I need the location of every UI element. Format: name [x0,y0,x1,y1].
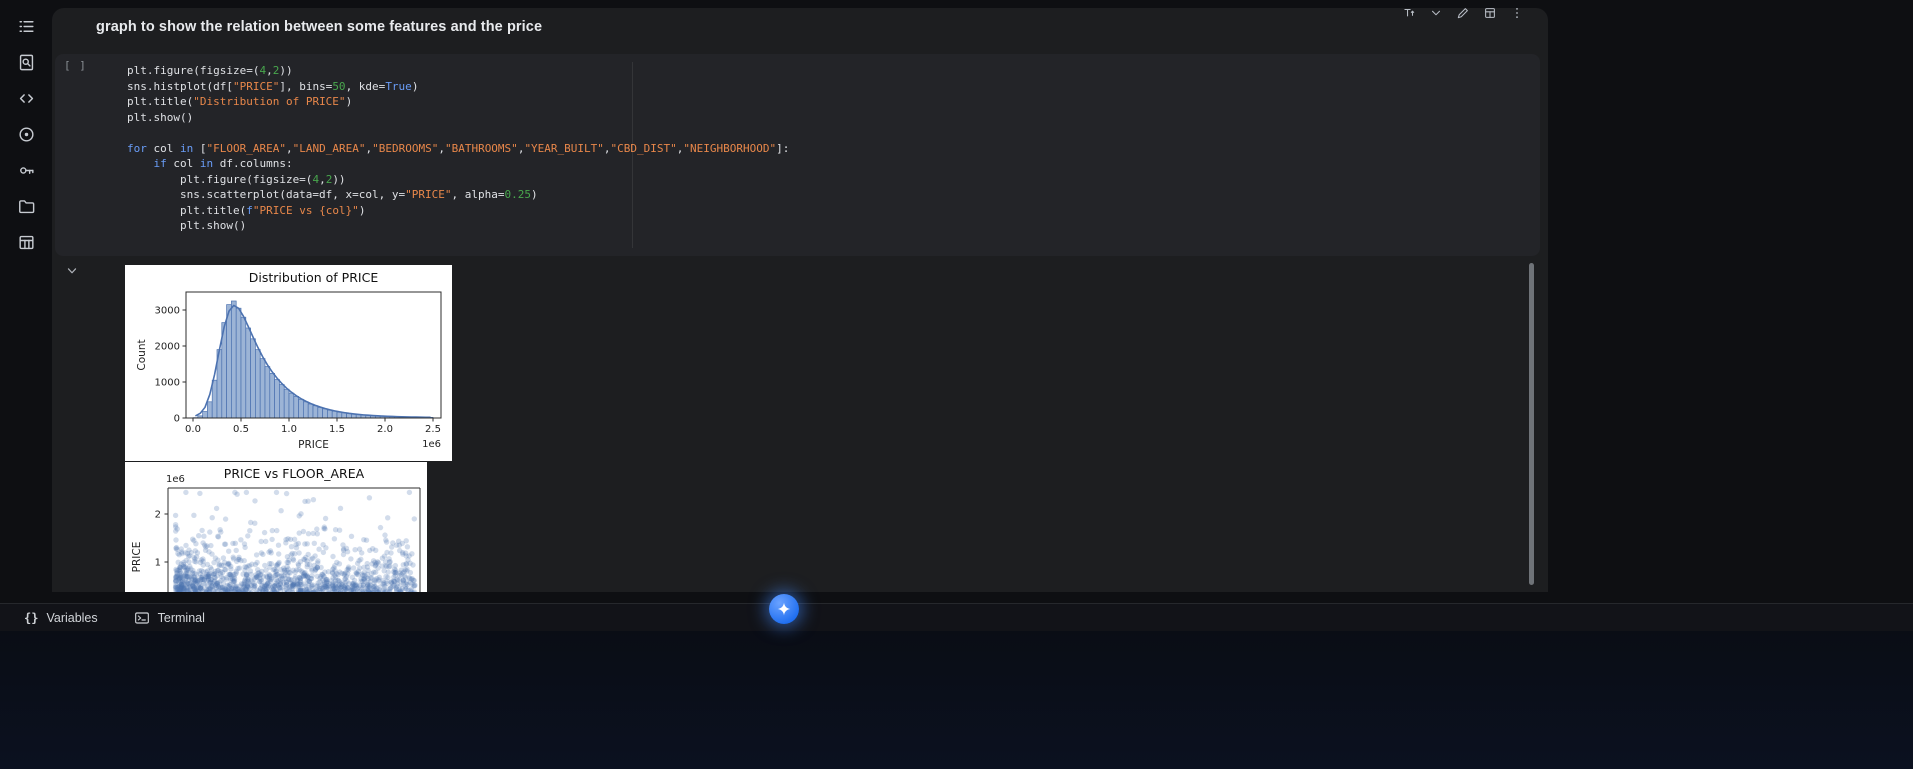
chevron-down-icon [67,268,77,274]
output-scrollbar[interactable] [1529,263,1534,585]
code-lines[interactable]: plt.figure(figsize=(4,2)) sns.histplot(df… [127,63,1520,234]
code-line: if col in df.columns: [153,157,293,170]
histogram-svg: 0.0 0.5 1.0 1.5 2.0 2.5 0 1000 2000 3000 Distribut… [125,265,452,461]
svg-text:2.0: 2.0 [377,424,393,435]
terminal-label: Terminal [157,610,205,625]
scratch-cell-button[interactable] [8,116,44,152]
svg-text:PRICE: PRICE [131,542,143,573]
colab-app: graph to show the relation between some … [0,0,1913,769]
code-snippets-icon [19,93,33,103]
secrets-button[interactable] [8,152,44,188]
svg-text:1e6: 1e6 [422,439,441,450]
svg-text:PRICE vs FLOOR_AREA: PRICE vs FLOOR_AREA [224,466,365,481]
move-cell-down-button[interactable] [1423,2,1448,24]
code-line: for col in ["FLOOR_AREA","LAND_AREA","BE… [127,141,790,155]
collapse-output-button[interactable] [63,262,81,280]
scatter-figure: 2 1 PRICE vs FLOOR_AREA 1e6 PRICE [125,462,427,592]
svg-text:2: 2 [155,510,161,521]
more-options-icon [1515,8,1518,18]
markdown-cell-title[interactable]: graph to show the relation between some … [96,19,542,35]
status-bar: {} Variables Terminal [0,603,1913,631]
notebook-panel: graph to show the relation between some … [52,8,1548,592]
braces-icon: {} [24,610,39,625]
terminal-button[interactable]: Terminal [134,610,205,626]
svg-text:1.5: 1.5 [329,424,345,435]
code-line: plt.title("Distribution of PRICE") [127,95,353,108]
code-line: plt.show() [127,219,247,232]
files-button[interactable] [8,188,44,224]
grid-icon [1484,8,1495,18]
left-sidebar [0,0,52,592]
svg-text:1: 1 [155,558,161,569]
histogram-figure: 0.0 0.5 1.0 1.5 2.0 2.5 0 1000 2000 3000 Distribut… [125,265,452,461]
code-line: sns.scatterplot(data=df, x=col, y="PRICE… [127,188,538,201]
toc-icon [18,20,34,32]
svg-text:0.0: 0.0 [185,424,201,435]
find-replace-icon [19,54,33,70]
secrets-icon [19,166,34,174]
edit-icon [1457,8,1468,19]
code-snippets-button[interactable] [8,80,44,116]
svg-text:Distribution of PRICE: Distribution of PRICE [249,270,379,285]
chevron-down-icon [1431,10,1440,16]
svg-text:3000: 3000 [155,306,180,317]
mirror-cell-button[interactable] [1477,2,1502,24]
terminal-icon [134,611,149,624]
gemini-button[interactable] [769,594,799,624]
data-table-icon [18,235,34,249]
format-text-button[interactable] [1396,2,1421,24]
data-table-button[interactable] [8,224,44,260]
scratch-cell-icon [18,126,34,142]
svg-text:1000: 1000 [155,378,180,389]
execution-indicator[interactable]: [ ] [64,59,87,72]
svg-text:PRICE: PRICE [298,439,329,451]
files-icon [18,199,34,213]
find-replace-button[interactable] [8,44,44,80]
svg-text:1.0: 1.0 [281,424,297,435]
variables-button[interactable]: {} Variables [24,611,98,625]
svg-text:Count: Count [136,339,148,370]
svg-text:1e6: 1e6 [166,474,185,485]
variables-label: Variables [46,610,98,625]
svg-text:2000: 2000 [155,342,180,353]
edit-button[interactable] [1450,2,1475,24]
code-cell[interactable]: [ ] plt.figure(figsize=(4,2)) sns.histplo… [55,54,1540,256]
code-line: plt.figure(figsize=(4,2)) [127,64,293,77]
cell-toolbar [1396,2,1529,24]
toc-button[interactable] [8,8,44,44]
scatter-svg: 2 1 PRICE vs FLOOR_AREA 1e6 PRICE [125,462,427,592]
page-background [0,631,1913,769]
code-line: plt.figure(figsize=(4,2)) [127,172,346,186]
code-line: plt.show() [127,110,194,124]
svg-text:0: 0 [174,414,180,425]
sparkle-icon [777,602,791,616]
column-ruler [632,62,633,248]
svg-text:0.5: 0.5 [233,424,249,435]
svg-text:2.5: 2.5 [425,424,441,435]
more-options-button[interactable] [1504,2,1529,24]
code-line: sns.histplot(df["PRICE"], bins=50, kde=T… [127,79,419,93]
code-line: plt.title(f"PRICE vs {col}") [127,203,366,217]
format-text-icon [1403,8,1414,17]
